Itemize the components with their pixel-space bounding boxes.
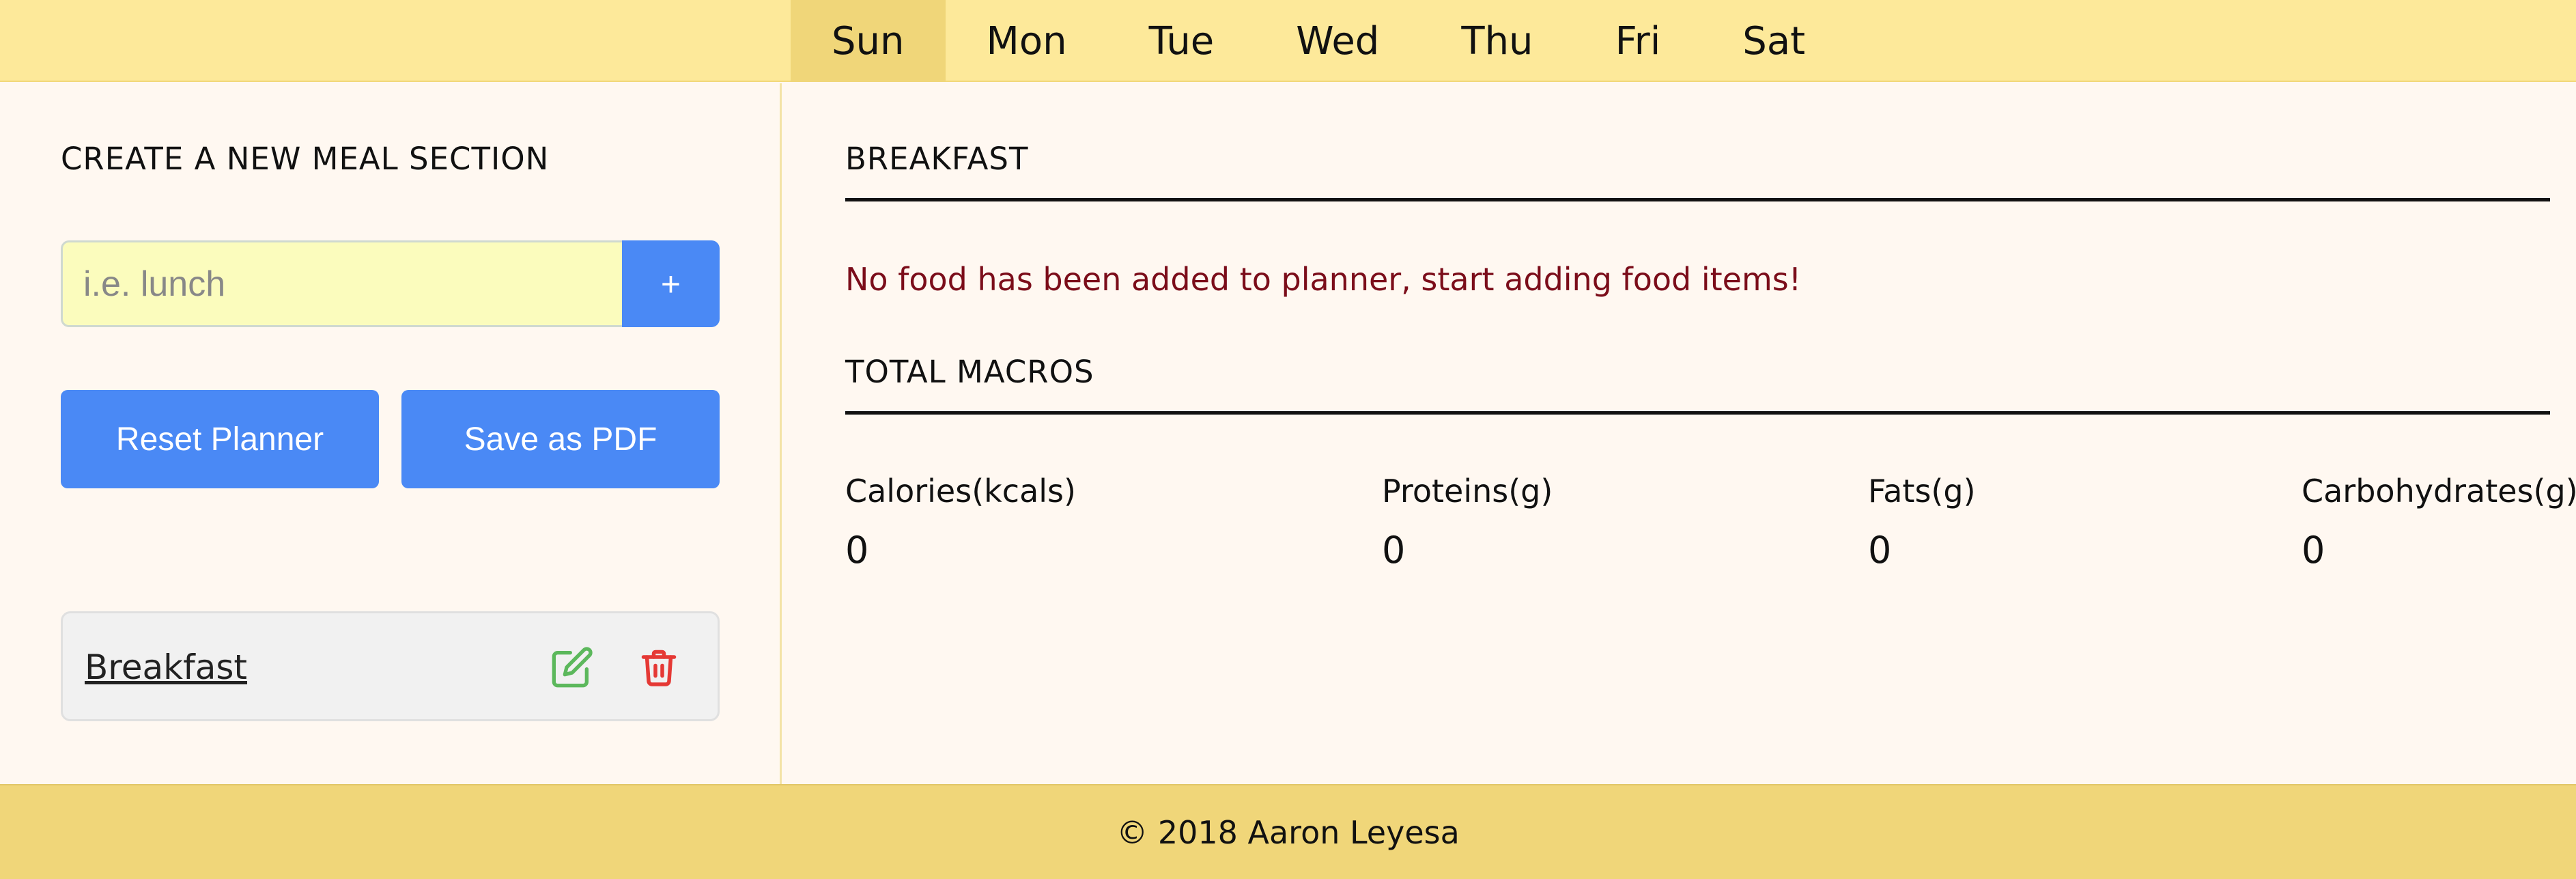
calories-label: Calories(kcals) [845,473,1076,510]
tab-fri[interactable]: Fri [1574,0,1702,82]
meal-section-item: Breakfast [61,611,720,721]
section-divider [845,198,2550,201]
footer: © 2018 Aaron Leyesa [0,784,2576,879]
meal-section-link[interactable]: Breakfast [85,647,247,687]
tab-mon[interactable]: Mon [946,0,1108,82]
fats-label: Fats(g) [1868,473,1976,510]
meal-section-input[interactable] [61,240,622,327]
day-tabs: Sun Mon Tue Wed Thu Fri Sat [791,0,1846,82]
fats-value: 0 [1868,529,1892,572]
save-as-pdf-button[interactable]: Save as PDF [401,390,720,488]
tab-sat[interactable]: Sat [1701,0,1846,82]
tab-wed[interactable]: Wed [1255,0,1420,82]
proteins-value: 0 [1382,529,1406,572]
empty-planner-message: No food has been added to planner, start… [845,261,1802,298]
tab-tue[interactable]: Tue [1108,0,1256,82]
proteins-label: Proteins(g) [1382,473,1553,510]
tab-sun[interactable]: Sun [791,0,946,82]
total-macros-heading: TOTAL MACROS [845,354,1094,390]
trash-icon[interactable] [635,643,683,691]
tab-thu[interactable]: Thu [1420,0,1574,82]
carbohydrates-label: Carbohydrates(g) [2302,473,2576,510]
carbohydrates-value: 0 [2302,529,2325,572]
calories-value: 0 [845,529,869,572]
macros-divider [845,411,2550,415]
copyright-text: © 2018 Aaron Leyesa [1116,813,1460,851]
add-meal-section-button[interactable]: + [622,240,720,327]
create-meal-section-title: CREATE A NEW MEAL SECTION [61,141,550,177]
meal-section-heading: BREAKFAST [845,141,1029,177]
reset-planner-button[interactable]: Reset Planner [61,390,379,488]
edit-icon[interactable] [548,643,596,691]
meal-section-panel: CREATE A NEW MEAL SECTION + Reset Planne… [0,83,782,784]
day-navigation-bar: Sun Mon Tue Wed Thu Fri Sat [0,0,2576,82]
meal-detail-panel: BREAKFAST No food has been added to plan… [784,83,2576,784]
